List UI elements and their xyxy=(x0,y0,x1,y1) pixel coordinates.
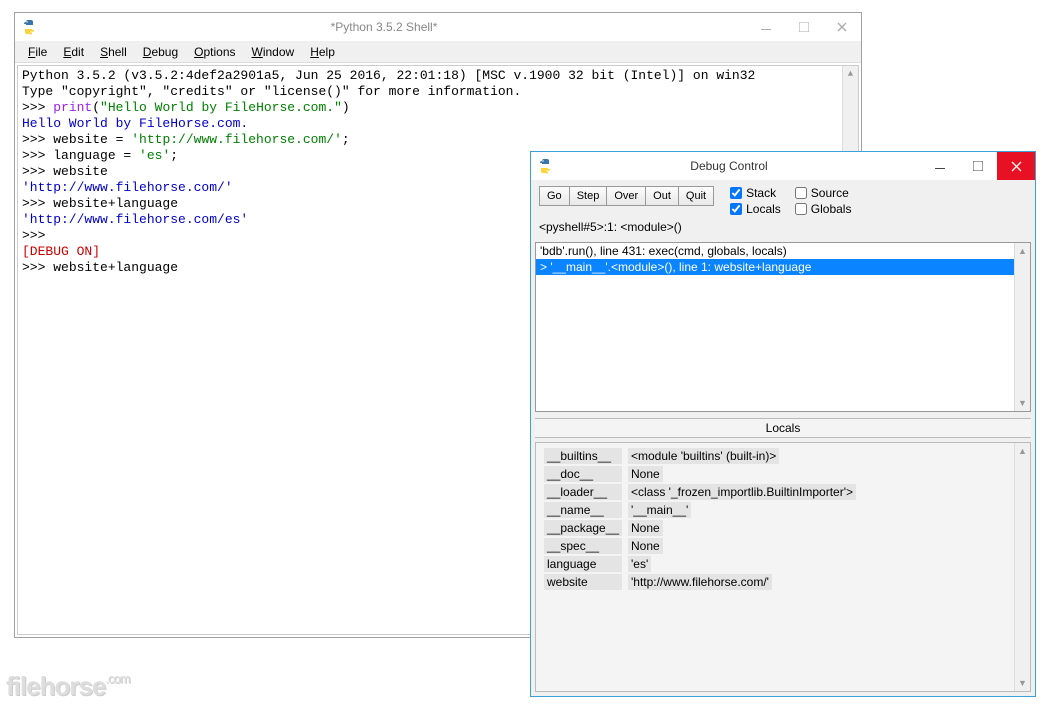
quit-button[interactable]: Quit xyxy=(679,186,714,206)
menu-file[interactable]: File xyxy=(21,43,54,61)
debug-body: GoStepOverOutQuit Stack Source Locals Gl… xyxy=(531,180,1035,696)
locals-row: __package__ None xyxy=(540,519,1026,537)
maximize-button[interactable] xyxy=(959,152,997,180)
shell-line: Hello World by FileHorse.com. xyxy=(22,116,854,132)
locals-row: __loader__ <class '_frozen_importlib.Buil… xyxy=(540,483,1026,501)
close-button[interactable] xyxy=(823,13,861,41)
stack-frame-row[interactable]: > '__main__'.<module>(), line 1: website… xyxy=(536,259,1030,275)
shell-title: *Python 3.5.2 Shell* xyxy=(21,20,747,34)
debug-button-group: GoStepOverOutQuit xyxy=(539,186,714,206)
locals-value: 'es' xyxy=(628,556,651,572)
menu-window[interactable]: Window xyxy=(245,43,302,61)
menu-help[interactable]: Help xyxy=(303,43,342,61)
scroll-up-icon[interactable]: ▲ xyxy=(1015,443,1030,459)
shell-window-controls xyxy=(747,13,861,41)
source-checkbox[interactable]: Source xyxy=(795,186,852,200)
globals-label: Globals xyxy=(811,202,852,216)
locals-key: __spec__ xyxy=(544,538,622,554)
globals-checkbox[interactable]: Globals xyxy=(795,202,852,216)
locals-key: __name__ xyxy=(544,502,622,518)
locals-row: __doc__ None xyxy=(540,465,1026,483)
go-button[interactable]: Go xyxy=(539,186,570,206)
locals-scrollbar[interactable]: ▲ ▼ xyxy=(1014,443,1030,691)
locals-header: Locals xyxy=(535,418,1031,438)
minimize-button[interactable] xyxy=(921,152,959,180)
source-label: Source xyxy=(811,186,849,200)
debug-titlebar[interactable]: Debug Control xyxy=(531,152,1035,180)
locals-value: None xyxy=(628,520,663,536)
out-button[interactable]: Out xyxy=(646,186,679,206)
debug-toolbar: GoStepOverOutQuit Stack Source Locals Gl… xyxy=(531,180,1035,220)
debug-window-controls xyxy=(921,152,1035,180)
locals-value: 'http://www.filehorse.com/' xyxy=(628,574,772,590)
locals-label: Locals xyxy=(746,202,781,216)
close-button[interactable] xyxy=(997,152,1035,180)
shell-line: Python 3.5.2 (v3.5.2:4def2a2901a5, Jun 2… xyxy=(22,68,854,84)
locals-key: website xyxy=(544,574,622,590)
locals-row: __builtins__ <module 'builtins' (built-in… xyxy=(540,447,1026,465)
debug-title: Debug Control xyxy=(537,159,921,173)
debug-control-window: Debug Control GoStepOverOutQuit Stack So… xyxy=(530,151,1036,697)
locals-grid: __builtins__ <module 'builtins' (built-in… xyxy=(535,442,1031,692)
locals-key: __loader__ xyxy=(544,484,622,500)
shell-line: >>> website = 'http://www.filehorse.com/… xyxy=(22,132,854,148)
menu-shell[interactable]: Shell xyxy=(93,43,134,61)
locals-key: __package__ xyxy=(544,520,622,536)
stack-checkbox[interactable]: Stack xyxy=(730,186,781,200)
shell-line: Type "copyright", "credits" or "license(… xyxy=(22,84,854,100)
locals-key: language xyxy=(544,556,622,572)
locals-row: language 'es' xyxy=(540,555,1026,573)
shell-menubar: FileEditShellDebugOptionsWindowHelp xyxy=(15,41,861,63)
menu-edit[interactable]: Edit xyxy=(56,43,91,61)
scroll-down-icon[interactable]: ▼ xyxy=(1015,675,1030,691)
stack-frame-row[interactable]: 'bdb'.run(), line 431: exec(cmd, globals… xyxy=(536,243,1030,259)
over-button[interactable]: Over xyxy=(607,186,646,206)
shell-line: >>> print("Hello World by FileHorse.com.… xyxy=(22,100,854,116)
frames-scrollbar[interactable]: ▲ ▼ xyxy=(1014,243,1030,411)
debug-stack-frames[interactable]: 'bdb'.run(), line 431: exec(cmd, globals… xyxy=(535,242,1031,412)
minimize-button[interactable] xyxy=(747,13,785,41)
menu-options[interactable]: Options xyxy=(187,43,242,61)
scroll-up-icon[interactable]: ▲ xyxy=(843,66,858,82)
locals-key: __doc__ xyxy=(544,466,622,482)
menu-debug[interactable]: Debug xyxy=(136,43,185,61)
locals-checkbox[interactable]: Locals xyxy=(730,202,781,216)
locals-row: __spec__ None xyxy=(540,537,1026,555)
locals-value: '__main__' xyxy=(628,502,691,518)
locals-value: <module 'builtins' (built-in)> xyxy=(628,448,779,464)
locals-value: <class '_frozen_importlib.BuiltinImporte… xyxy=(628,484,856,500)
scroll-up-icon[interactable]: ▲ xyxy=(1015,243,1030,259)
scroll-down-icon[interactable]: ▼ xyxy=(1015,395,1030,411)
locals-value: None xyxy=(628,538,663,554)
debug-status: <pyshell#5>:1: <module>() xyxy=(531,220,1035,238)
locals-row: __name__ '__main__' xyxy=(540,501,1026,519)
locals-value: None xyxy=(628,466,663,482)
step-button[interactable]: Step xyxy=(570,186,608,206)
debug-view-checks: Stack Source Locals Globals xyxy=(730,186,851,216)
watermark: filehorse.com xyxy=(6,671,130,702)
stack-label: Stack xyxy=(746,186,776,200)
maximize-button[interactable] xyxy=(785,13,823,41)
shell-titlebar[interactable]: *Python 3.5.2 Shell* xyxy=(15,13,861,41)
locals-row: website 'http://www.filehorse.com/' xyxy=(540,573,1026,591)
locals-key: __builtins__ xyxy=(544,448,622,464)
